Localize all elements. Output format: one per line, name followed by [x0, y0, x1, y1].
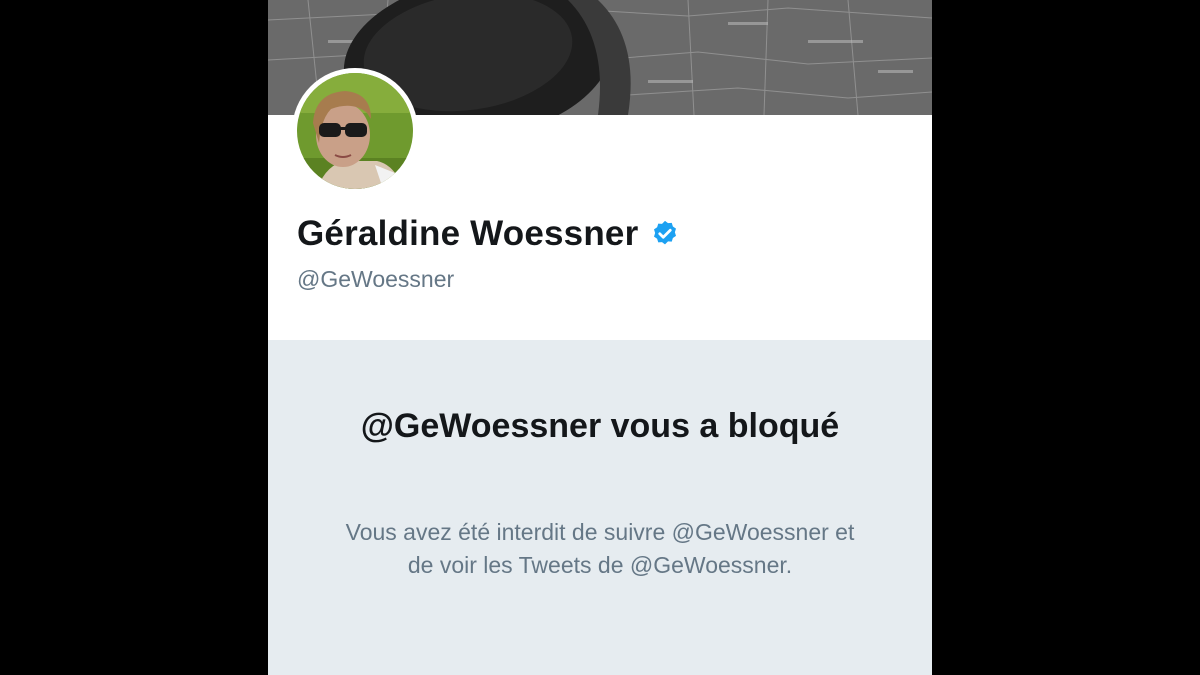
avatar-photo: [297, 73, 413, 189]
profile-name-row: Géraldine Woessner: [297, 214, 680, 254]
profile-avatar[interactable]: [292, 68, 418, 194]
blocked-title: @GeWoessner vous a bloqué: [360, 407, 840, 445]
profile-display-name: Géraldine Woessner: [297, 214, 639, 253]
profile-screen: Géraldine Woessner @GeWoessner @GeWoessn…: [268, 0, 932, 675]
blocked-message: Vous avez été interdit de suivre @GeWoes…: [345, 519, 855, 578]
profile-handle: @GeWoessner: [297, 266, 455, 292]
blocked-notice-panel: @GeWoessner vous a bloqué Vous avez été …: [268, 340, 932, 675]
verified-badge-icon: [650, 219, 680, 249]
